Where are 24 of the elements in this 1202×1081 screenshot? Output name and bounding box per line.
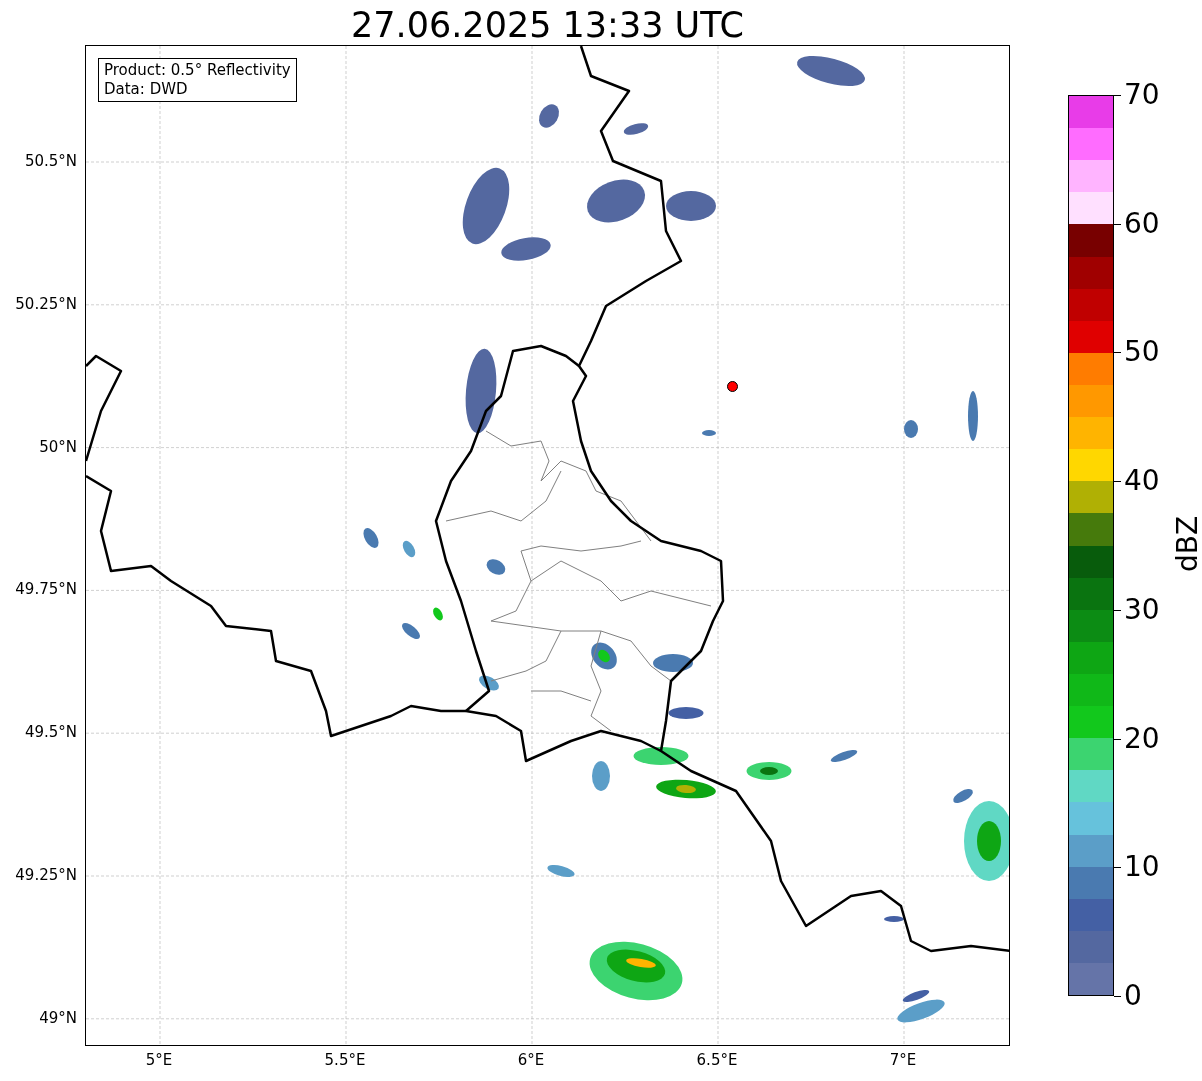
- colorbar-tick-label: 70: [1124, 79, 1160, 111]
- axis-tick-label: 5°E: [144, 1051, 174, 1069]
- axis-tick-label: 49°N: [39, 1008, 77, 1027]
- axis-tick-label: 50°N: [39, 437, 77, 456]
- colorbar-tick-label: 40: [1124, 465, 1160, 498]
- colorbar-tick-label: 10: [1124, 851, 1160, 884]
- colorbar-tick-label: 30: [1124, 593, 1160, 626]
- colorbar-label: dBZ: [1172, 515, 1202, 573]
- colorbar-tick-label: 20: [1124, 722, 1160, 755]
- chart-title: 27.06.2025 13:33 UTC: [350, 4, 745, 46]
- axis-tick-label: 49.5°N: [24, 723, 77, 742]
- axis-tick-label: 5.5°E: [323, 1051, 367, 1069]
- data-source-label: Data: DWD: [104, 80, 189, 99]
- product-label: Product: 0.5° Reflectivity: [104, 61, 291, 80]
- axis-tick-label: 7°E: [888, 1051, 918, 1069]
- axis-tick-label: 50.25°N: [15, 294, 77, 313]
- axis-tick-label: 49.25°N: [15, 866, 77, 884]
- axis-tick-label: 50.5°N: [24, 152, 77, 170]
- colorbar-tick-label: 0: [1124, 980, 1142, 1012]
- colorbar-tick-label: 50: [1124, 336, 1160, 369]
- colorbar-tick-label: 60: [1124, 207, 1160, 240]
- axis-tick-label: 6.5°E: [695, 1051, 739, 1069]
- axis-tick-label: 49.75°N: [15, 580, 77, 599]
- axis-tick-label: 6°E: [516, 1051, 546, 1069]
